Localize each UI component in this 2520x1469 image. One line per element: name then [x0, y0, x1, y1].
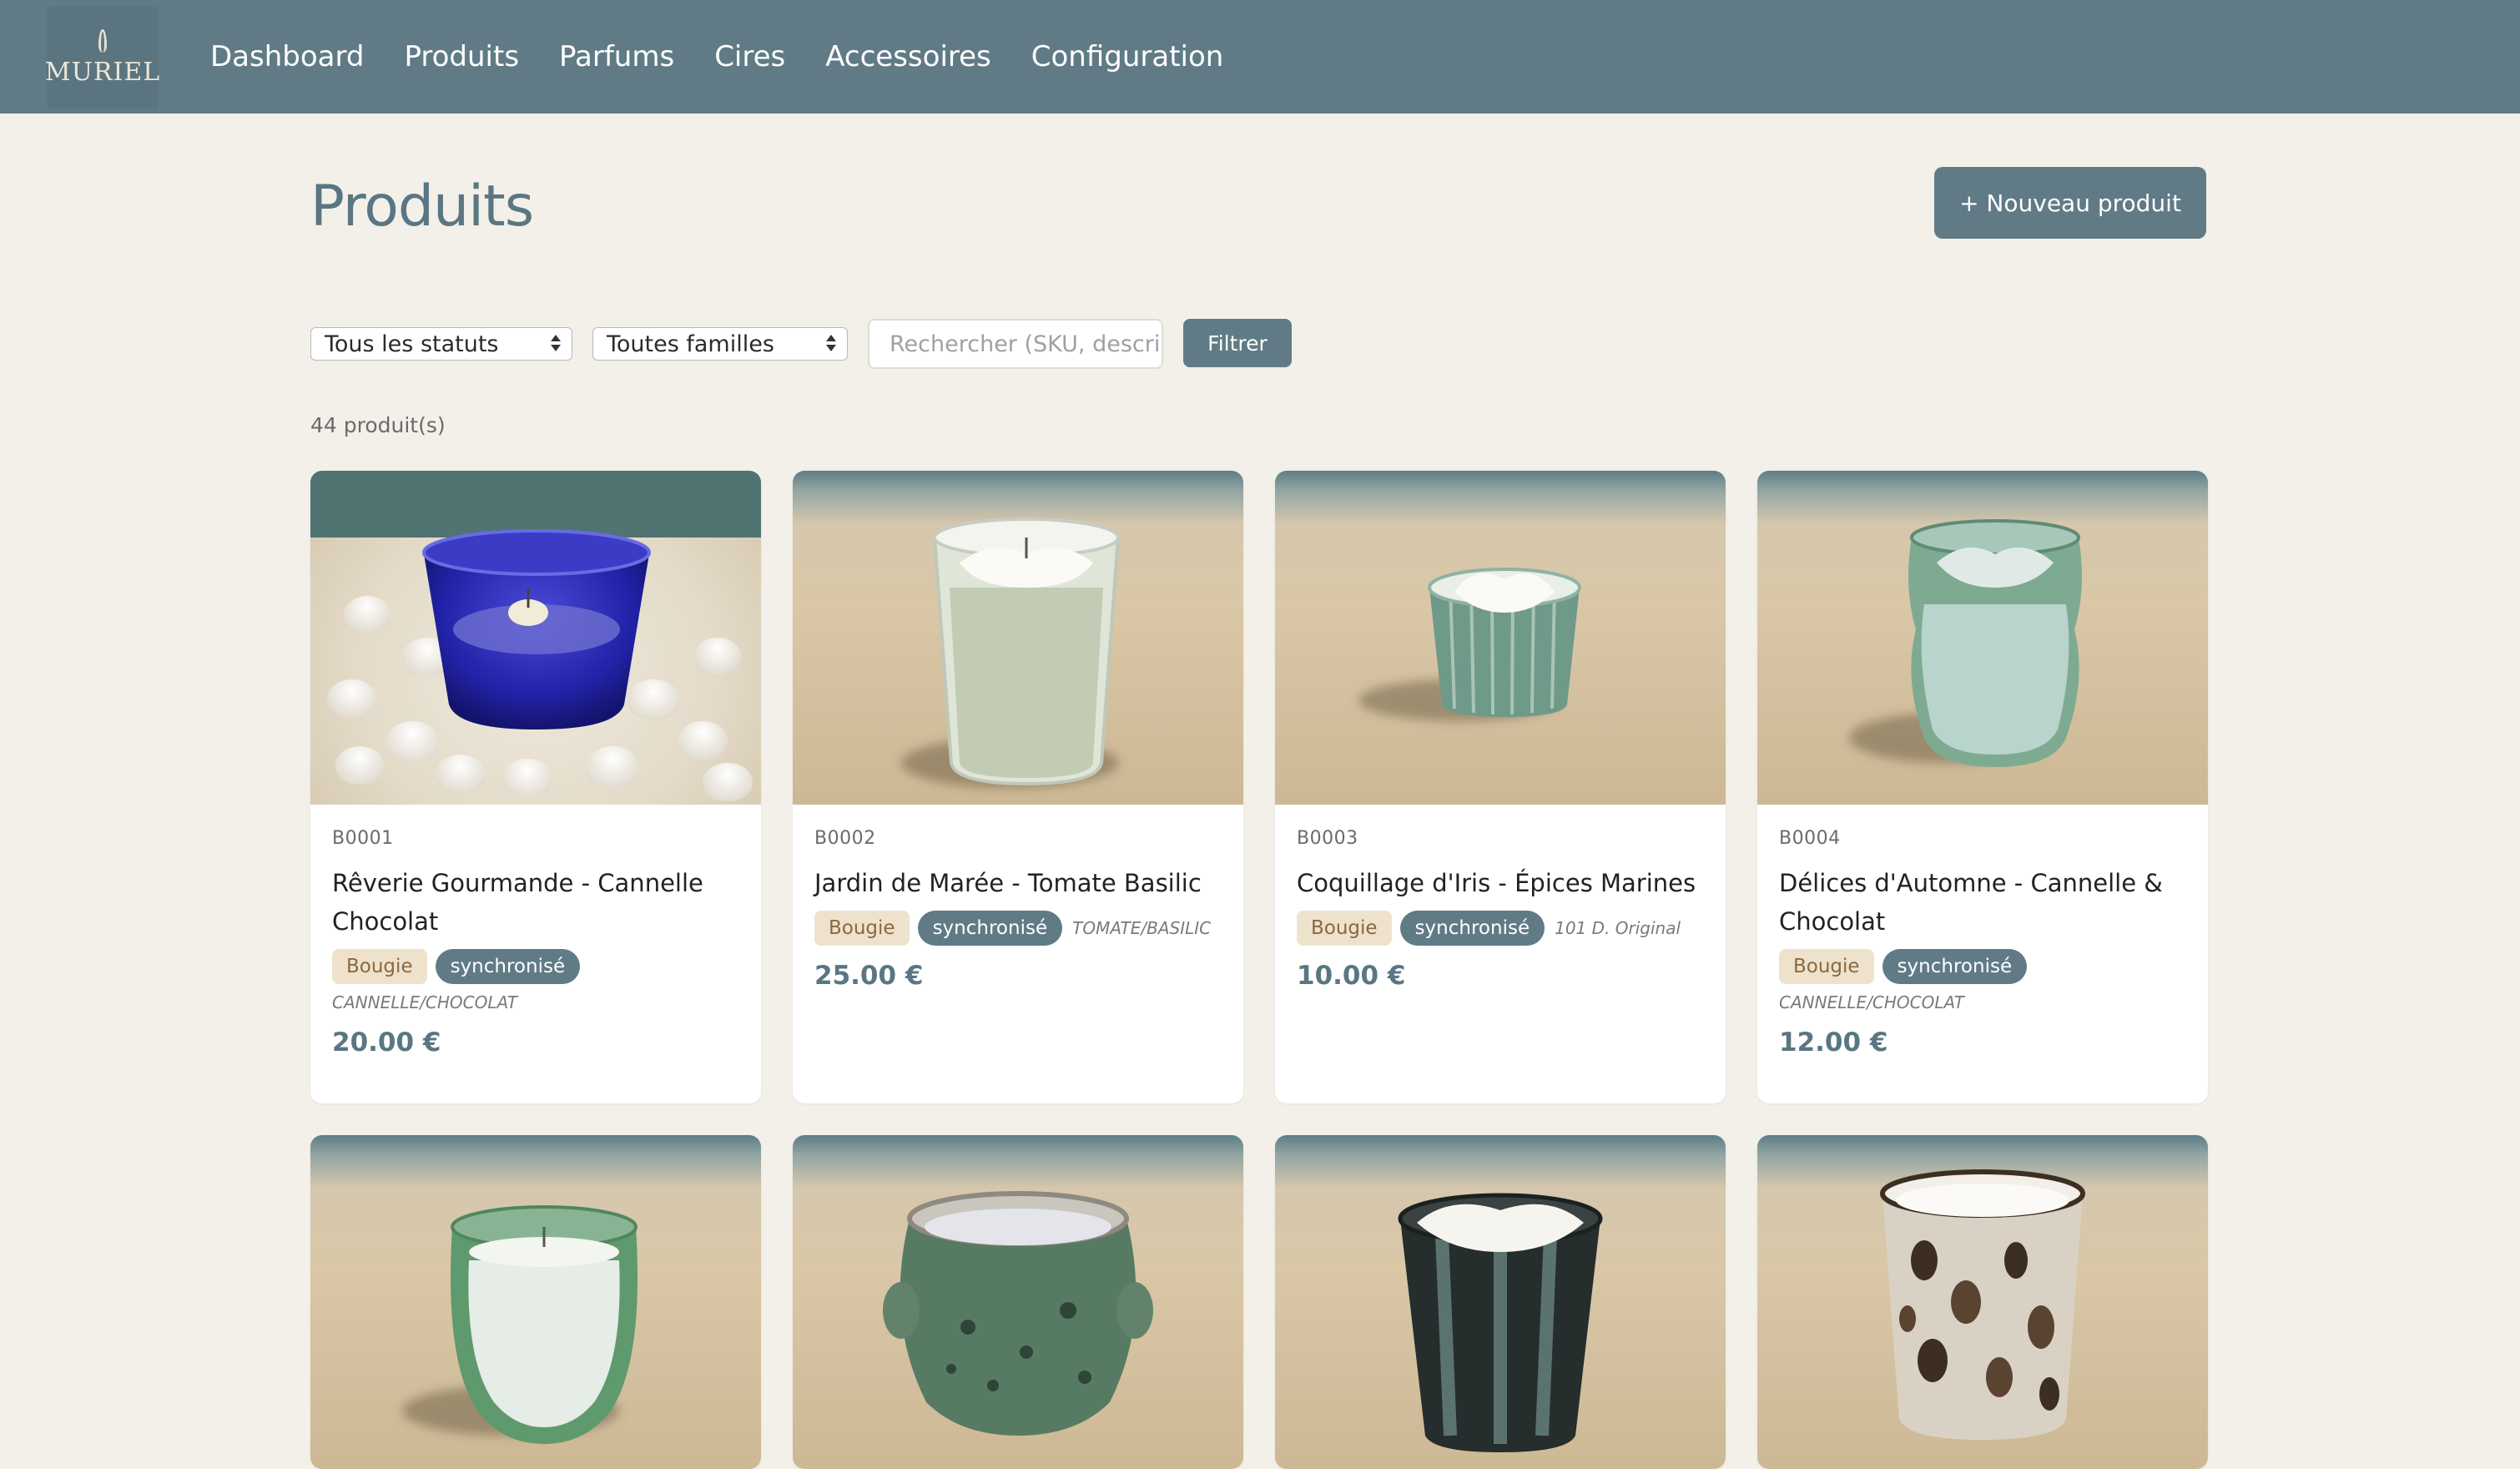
product-price: 12.00 € [1779, 1027, 1888, 1058]
new-product-button[interactable]: + Nouveau produit [1934, 167, 2206, 239]
candle-glass-icon [932, 517, 1121, 786]
nav-cires[interactable]: Cires [714, 40, 785, 73]
nav-produits[interactable]: Produits [404, 40, 519, 73]
filter-button[interactable]: Filtrer [1183, 319, 1292, 367]
product-card[interactable] [1757, 1135, 2208, 1469]
family-badge: Bougie [332, 949, 427, 984]
nav-dashboard[interactable]: Dashboard [210, 40, 364, 73]
product-count: 44 produit(s) [310, 413, 446, 437]
scent-note: CANNELLE/CHOCOLAT [1779, 992, 1964, 1012]
brand-logo[interactable]: MURIEL [44, 7, 161, 109]
status-badge: synchronisé [1882, 949, 2028, 984]
product-name[interactable]: Rêverie Gourmande - Cannelle Chocolat [332, 864, 739, 941]
status-badge: synchronisé [435, 949, 581, 984]
product-card[interactable] [1275, 1135, 1726, 1469]
scent-note: 101 D. Original [1555, 918, 1681, 938]
product-image[interactable] [310, 471, 761, 805]
product-image[interactable] [1275, 471, 1726, 805]
product-sku: B0004 [1779, 828, 1841, 849]
product-card[interactable]: B0003 Coquillage d'Iris - Épices Marines… [1275, 471, 1726, 1103]
product-sku: B0001 [332, 828, 394, 849]
candle-glass-icon [1880, 1169, 2085, 1440]
select-arrows-icon [825, 333, 837, 355]
page-title: Produits [310, 174, 534, 240]
candle-glass-icon [1908, 519, 2082, 767]
product-image[interactable] [1275, 1135, 1726, 1469]
flame-icon [98, 28, 107, 53]
candle-pot-icon [883, 1191, 1153, 1436]
product-image[interactable] [793, 1135, 1243, 1469]
status-badge: synchronisé [1399, 911, 1545, 946]
candle-glass-icon [451, 1205, 638, 1444]
nav-accessoires[interactable]: Accessoires [825, 40, 991, 73]
family-badge: Bougie [814, 911, 910, 946]
product-card[interactable]: B0004 Délices d'Automne - Cannelle & Cho… [1757, 471, 2208, 1103]
brand-logo-text: MURIEL [44, 57, 161, 87]
product-sku: B0002 [814, 828, 876, 849]
product-price: 10.00 € [1297, 961, 1406, 991]
product-image[interactable] [793, 471, 1243, 805]
select-arrows-icon [550, 333, 562, 355]
family-badge: Bougie [1297, 911, 1392, 946]
search-input[interactable] [868, 319, 1163, 369]
top-navbar: MURIEL Dashboard Produits Parfums Cires … [0, 0, 2520, 114]
status-badge: synchronisé [917, 911, 1063, 946]
product-image[interactable] [310, 1135, 761, 1469]
candle-glass-icon [422, 529, 651, 729]
product-name[interactable]: Délices d'Automne - Cannelle & Chocolat [1779, 864, 2186, 941]
product-image[interactable] [1757, 471, 2208, 805]
product-price: 20.00 € [332, 1027, 441, 1058]
candle-glass-icon [1398, 1193, 1603, 1452]
product-price: 25.00 € [814, 961, 924, 991]
product-card[interactable] [310, 1135, 761, 1469]
product-card[interactable]: B0001 Rêverie Gourmande - Cannelle Choco… [310, 471, 761, 1103]
scent-note: TOMATE/BASILIC [1072, 918, 1212, 938]
product-image[interactable] [1757, 1135, 2208, 1469]
family-select[interactable]: Toutes familles [592, 327, 848, 361]
product-sku: B0003 [1297, 828, 1358, 849]
product-card[interactable]: B0002 Jardin de Marée - Tomate Basilic B… [793, 471, 1243, 1103]
nav-configuration[interactable]: Configuration [1031, 40, 1224, 73]
product-name[interactable]: Jardin de Marée - Tomate Basilic [814, 864, 1222, 902]
nav-parfums[interactable]: Parfums [559, 40, 674, 73]
main-nav: Dashboard Produits Parfums Cires Accesso… [210, 0, 1263, 114]
family-badge: Bougie [1779, 949, 1874, 984]
status-select[interactable]: Tous les statuts [310, 327, 572, 361]
family-select-value: Toutes familles [607, 331, 774, 357]
product-name[interactable]: Coquillage d'Iris - Épices Marines [1297, 864, 1704, 902]
status-select-value: Tous les statuts [325, 331, 499, 357]
scent-note: CANNELLE/CHOCOLAT [332, 992, 517, 1012]
product-card[interactable] [793, 1135, 1243, 1469]
candle-glass-icon [1428, 568, 1581, 717]
